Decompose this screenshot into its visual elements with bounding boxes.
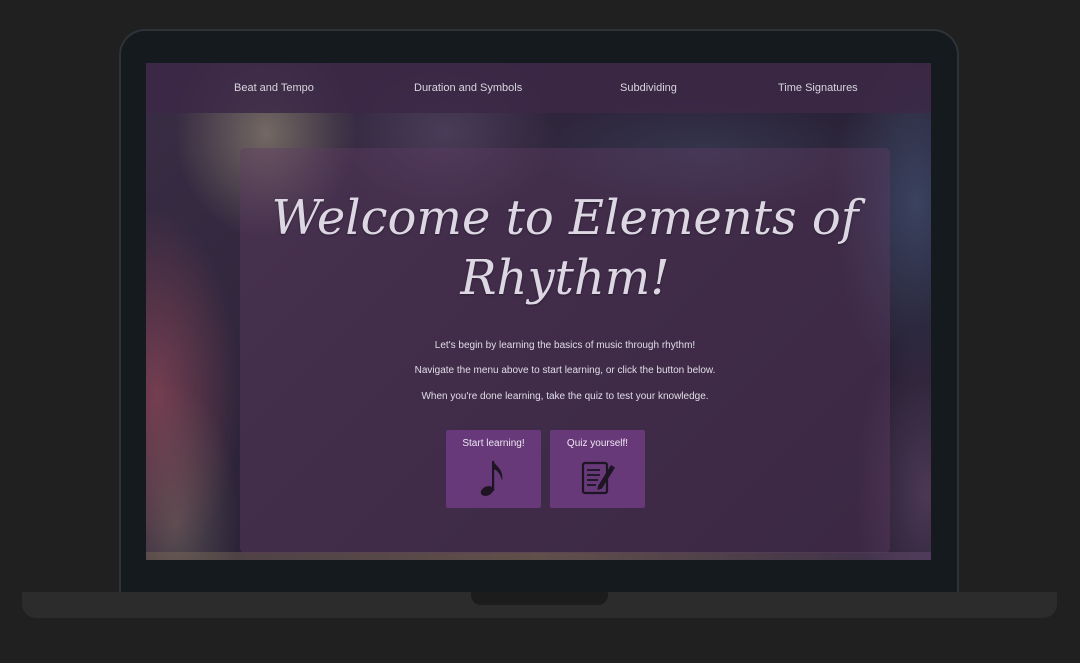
- music-note-icon: [480, 461, 503, 496]
- page-title: Welcome to Elements of Rhythm!: [240, 188, 890, 308]
- page-title-line-1: Welcome to Elements of: [271, 190, 859, 246]
- intro-line-1: Let's begin by learning the basics of mu…: [434, 340, 696, 351]
- nav-beat-and-tempo[interactable]: Beat and Tempo: [234, 81, 314, 95]
- start-learning-label: Start learning!: [462, 438, 525, 449]
- intro-line-2: Navigate the menu above to start learnin…: [414, 365, 716, 376]
- nav-subdividing[interactable]: Subdividing: [620, 81, 677, 95]
- nav-duration-and-symbols[interactable]: Duration and Symbols: [414, 81, 522, 95]
- page-title-line-2: Rhythm!: [460, 250, 670, 306]
- laptop-mockup: Beat and Tempo Duration and Symbols Subd…: [0, 0, 1080, 663]
- top-navigation: Beat and Tempo Duration and Symbols Subd…: [146, 63, 931, 113]
- intro-line-3: When you're done learning, take the quiz…: [421, 391, 709, 402]
- laptop-notch: [471, 592, 608, 605]
- start-learning-button[interactable]: Start learning!: [446, 430, 541, 508]
- quiz-yourself-label: Quiz yourself!: [566, 438, 629, 449]
- welcome-card: Welcome to Elements of Rhythm! Let's beg…: [240, 148, 890, 553]
- nav-time-signatures[interactable]: Time Signatures: [778, 81, 858, 95]
- laptop-screen: Beat and Tempo Duration and Symbols Subd…: [146, 63, 931, 560]
- notepad-pencil-icon: [581, 461, 615, 495]
- quiz-yourself-button[interactable]: Quiz yourself!: [550, 430, 645, 508]
